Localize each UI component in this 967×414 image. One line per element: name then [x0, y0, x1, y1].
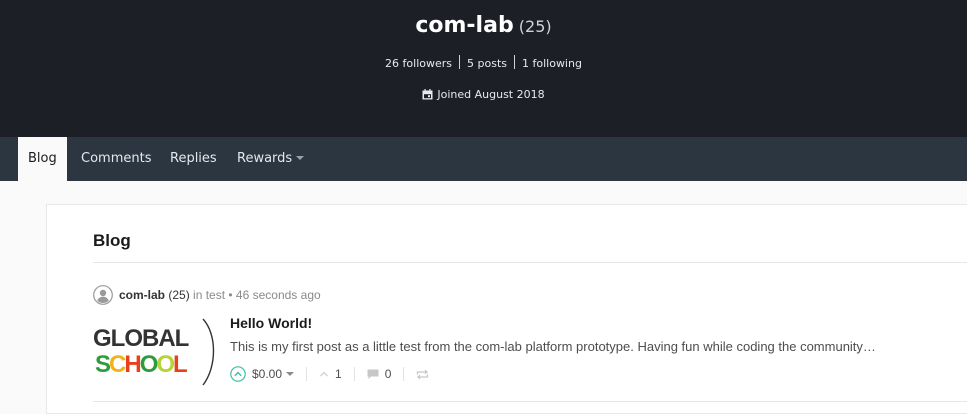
profile-stats: 26 followers 5 posts 1 following	[0, 55, 967, 70]
profile-title: com-lab (25)	[0, 13, 967, 38]
stats-divider	[459, 55, 461, 69]
profile-tabs: Blog Comments Replies Rewards	[0, 137, 967, 181]
post-meta: com-lab (25) in test • 46 seconds ago	[93, 285, 321, 305]
blog-heading: Blog	[93, 231, 131, 250]
comment-icon[interactable]	[367, 369, 379, 380]
tab-blog[interactable]: Blog	[18, 137, 67, 181]
tab-rewards-label: Rewards	[237, 151, 293, 166]
calendar-icon	[422, 89, 433, 100]
comment-count[interactable]: 0	[385, 367, 392, 381]
tab-comments[interactable]: Comments	[81, 137, 151, 181]
action-divider	[353, 367, 355, 381]
following-link[interactable]: 1 following	[522, 57, 582, 70]
svg-text:GLOBAL: GLOBAL	[93, 325, 189, 352]
post-title[interactable]: Hello World!	[230, 315, 312, 331]
profile-header: com-lab (25) 26 followers 5 posts 1 follow…	[0, 0, 967, 137]
profile-reputation: (25)	[518, 17, 552, 36]
joined-label: Joined August 2018	[437, 88, 545, 101]
heading-divider	[93, 262, 967, 263]
payout-dropdown[interactable]: $0.00	[252, 367, 295, 381]
chevron-down-icon	[286, 372, 295, 376]
post-thumbnail[interactable]: GLOBAL SCHOOL	[87, 309, 217, 389]
chevron-down-icon	[296, 156, 305, 160]
payout-value: $0.00	[252, 367, 283, 381]
posts-link[interactable]: 5 posts	[467, 57, 507, 70]
stats-divider	[514, 55, 515, 69]
post-author[interactable]: com-lab	[119, 288, 165, 302]
chevron-up-icon	[320, 371, 328, 377]
tab-rewards[interactable]: Rewards	[237, 137, 305, 181]
svg-text:SCHOOL: SCHOOL	[95, 351, 187, 378]
tab-replies[interactable]: Replies	[170, 137, 217, 181]
followers-link[interactable]: 26 followers	[385, 57, 452, 70]
profile-name[interactable]: com-lab	[415, 13, 513, 38]
author-reputation: (25)	[168, 288, 190, 302]
action-divider	[403, 367, 405, 381]
upvote-icon[interactable]	[230, 366, 246, 382]
post-divider	[93, 401, 967, 402]
joined-date: Joined August 2018	[0, 88, 967, 101]
avatar-icon[interactable]	[93, 285, 113, 305]
action-divider	[306, 367, 308, 381]
post-actions: $0.00 1 0	[230, 363, 429, 385]
vote-count[interactable]: 1	[335, 367, 342, 381]
post-excerpt[interactable]: This is my first post as a little test f…	[230, 339, 967, 354]
post-category-time[interactable]: in test • 46 seconds ago	[193, 288, 321, 302]
blog-card: Blog com-lab (25) in test • 46 seconds a…	[46, 204, 967, 414]
reblog-icon[interactable]	[416, 369, 429, 380]
global-school-logo: GLOBAL SCHOOL	[93, 318, 215, 386]
